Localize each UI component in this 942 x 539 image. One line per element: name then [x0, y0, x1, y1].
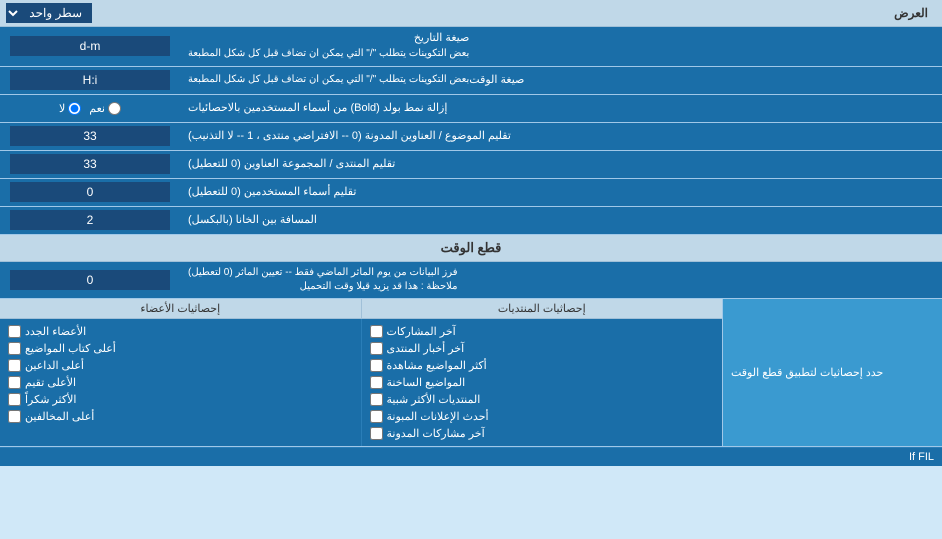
- time-format-input[interactable]: [10, 70, 170, 90]
- username-trim-input[interactable]: [10, 182, 170, 202]
- cb-col1-7[interactable]: [370, 427, 383, 440]
- cb-col1-1[interactable]: [370, 325, 383, 338]
- cb-col1-2[interactable]: [370, 342, 383, 355]
- col1-header: إحصاثيات المنتديات: [361, 299, 723, 318]
- date-format-input[interactable]: [10, 36, 170, 56]
- forum-trim-input[interactable]: [10, 154, 170, 174]
- cb-col1-item-5: المنتديات الأكثر شبية: [370, 391, 715, 408]
- bold-yes-radio[interactable]: [108, 102, 121, 115]
- cb-col1-item-6: أحدث الإعلانات المبونة: [370, 408, 715, 425]
- cb-col2-6[interactable]: [8, 410, 21, 423]
- topic-trim-row: تقليم الموضوع / العناوين المدونة (0 -- ا…: [0, 123, 942, 151]
- username-trim-label: تقليم أسماء المستخدمين (0 للتعطيل): [180, 179, 942, 206]
- checkbox-col2: الأعضاء الجدد أعلى كتاب المواضيع أعلى ال…: [0, 319, 361, 446]
- display-select[interactable]: سطر واحدسطرينثلاثة أسطر: [6, 3, 92, 23]
- col2-header: إحصاثيات الأعضاء: [0, 299, 361, 318]
- cell-spacing-input[interactable]: [10, 210, 170, 230]
- time-format-row: صيغة الوقتبعض التكوينات يتطلب "/" التي ي…: [0, 67, 942, 95]
- cb-col1-5[interactable]: [370, 393, 383, 406]
- bold-label: إزالة نمط بولد (Bold) من أسماء المستخدمي…: [180, 95, 942, 122]
- cell-spacing-input-cell: [0, 207, 180, 234]
- cb-col2-3[interactable]: [8, 359, 21, 372]
- cb-col2-item-2: أعلى كتاب المواضيع: [8, 340, 353, 357]
- bold-no-label[interactable]: لا: [59, 102, 81, 115]
- cutoff-row: فرز البيانات من يوم الماثر الماضي فقط --…: [0, 262, 942, 299]
- bold-radio-cell: نعم لا: [0, 95, 180, 122]
- cb-col2-item-5: الأكثر شكراً: [8, 391, 353, 408]
- checkbox-items-row: آخر المشاركات آخر أخبار المنتدى أكثر الم…: [0, 319, 722, 446]
- bold-yes-label[interactable]: نعم: [89, 102, 121, 115]
- cell-spacing-label: المسافة بين الخانا (بالبكسل): [180, 207, 942, 234]
- limit-label: حدد إحصاثيات لتطبيق قطع الوقت: [722, 299, 942, 446]
- date-format-label: صيغة التاريخبعض التكوينات يتطلب "/" التي…: [180, 27, 942, 66]
- username-trim-row: تقليم أسماء المستخدمين (0 للتعطيل): [0, 179, 942, 207]
- bold-no-radio[interactable]: [68, 102, 81, 115]
- topic-trim-label: تقليم الموضوع / العناوين المدونة (0 -- ا…: [180, 123, 942, 150]
- cb-col2-item-3: أعلى الداعين: [8, 357, 353, 374]
- cb-col1-item-4: المواضيع الساخنة: [370, 374, 715, 391]
- cb-col1-item-1: آخر المشاركات: [370, 323, 715, 340]
- cb-col1-item-7: آخر مشاركات المدونة: [370, 425, 715, 442]
- topic-trim-input-cell: [0, 123, 180, 150]
- cb-col1-4[interactable]: [370, 376, 383, 389]
- cutoff-label: فرز البيانات من يوم الماثر الماضي فقط --…: [180, 262, 942, 298]
- if-fil-note: If FIL: [0, 447, 942, 466]
- cb-col1-3[interactable]: [370, 359, 383, 372]
- cb-col1-item-3: أكثر المواضيع مشاهدة: [370, 357, 715, 374]
- username-trim-input-cell: [0, 179, 180, 206]
- time-format-label: صيغة الوقتبعض التكوينات يتطلب "/" التي ي…: [180, 67, 942, 94]
- checkboxes-container: إحصاثيات المنتديات إحصاثيات الأعضاء آخر …: [0, 299, 722, 446]
- cb-col2-1[interactable]: [8, 325, 21, 338]
- cb-col1-6[interactable]: [370, 410, 383, 423]
- cb-col2-4[interactable]: [8, 376, 21, 389]
- cutoff-section-header: قطع الوقت: [0, 235, 942, 262]
- cb-col2-2[interactable]: [8, 342, 21, 355]
- cb-col2-item-4: الأعلى تقيم: [8, 374, 353, 391]
- cb-col2-5[interactable]: [8, 393, 21, 406]
- checkbox-headers: إحصاثيات المنتديات إحصاثيات الأعضاء: [0, 299, 722, 319]
- cell-spacing-row: المسافة بين الخانا (بالبكسل): [0, 207, 942, 235]
- date-format-input-cell: [0, 27, 180, 66]
- limit-checkboxes-outer: حدد إحصاثيات لتطبيق قطع الوقت إحصاثيات ا…: [0, 299, 942, 447]
- time-format-input-cell: [0, 67, 180, 94]
- forum-trim-input-cell: [0, 151, 180, 178]
- forum-trim-row: تقليم المنتدى / المجموعة العناوين (0 للت…: [0, 151, 942, 179]
- cb-col1-item-2: آخر أخبار المنتدى: [370, 340, 715, 357]
- date-format-row: صيغة التاريخبعض التكوينات يتطلب "/" التي…: [0, 27, 942, 67]
- checkbox-col1: آخر المشاركات آخر أخبار المنتدى أكثر الم…: [361, 319, 723, 446]
- cutoff-input[interactable]: [10, 270, 170, 290]
- cutoff-input-cell: [0, 262, 180, 298]
- cb-col2-item-1: الأعضاء الجدد: [8, 323, 353, 340]
- cb-col2-item-6: أعلى المخالفين: [8, 408, 353, 425]
- top-row: العرض سطر واحدسطرينثلاثة أسطر: [0, 0, 942, 27]
- topic-trim-input[interactable]: [10, 126, 170, 146]
- top-label: العرض: [92, 6, 936, 20]
- forum-trim-label: تقليم المنتدى / المجموعة العناوين (0 للت…: [180, 151, 942, 178]
- bold-radio-row: إزالة نمط بولد (Bold) من أسماء المستخدمي…: [0, 95, 942, 123]
